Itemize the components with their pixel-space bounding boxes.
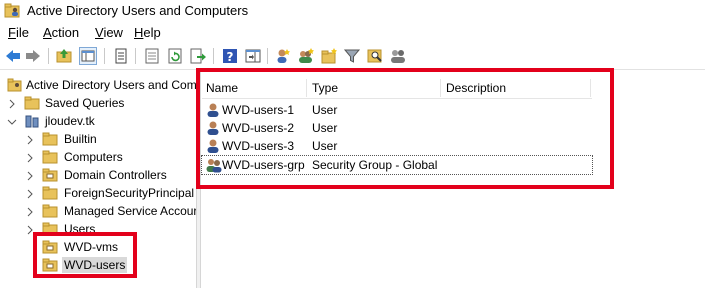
tree-root-label: Active Directory Users and Com xyxy=(26,78,197,92)
menu-file-accel: F xyxy=(8,25,16,40)
folder-icon xyxy=(24,96,40,113)
ad-users-computers-icon xyxy=(4,3,22,22)
folder-icon xyxy=(42,186,58,203)
tree-item-label: Builtin xyxy=(64,132,97,146)
menu-file[interactable]: File xyxy=(8,25,29,40)
menu-file-rest: ile xyxy=(15,25,29,40)
svg-text:?: ? xyxy=(227,50,234,64)
ou-folder-icon xyxy=(42,168,58,185)
highlight-box-list xyxy=(196,68,614,189)
help-icon[interactable]: ? xyxy=(221,47,239,65)
menu-view[interactable]: View xyxy=(95,25,123,40)
menu-action[interactable]: Action xyxy=(43,25,79,40)
tree-item-foreign-security-principals[interactable]: ForeignSecurityPrincipal xyxy=(0,184,196,203)
chevron-right-icon[interactable] xyxy=(25,206,35,217)
toolbar-separator xyxy=(135,48,136,64)
chevron-down-icon[interactable] xyxy=(7,116,17,126)
ad-users-computers-icon xyxy=(7,78,23,95)
tree-item-domain[interactable]: jloudev.tk xyxy=(0,112,196,131)
tree-item-saved-queries[interactable]: Saved Queries xyxy=(0,94,196,113)
toolbar: ? xyxy=(0,42,705,70)
highlight-box-tree xyxy=(33,232,137,278)
copy-icon[interactable] xyxy=(112,47,130,65)
new-ou-icon[interactable] xyxy=(320,47,338,65)
refresh-icon[interactable] xyxy=(166,47,184,65)
tree-item-label: jloudev.tk xyxy=(45,114,95,128)
toolbar-separator xyxy=(48,48,49,64)
menu-action-rest: ction xyxy=(51,25,80,40)
new-group-icon[interactable] xyxy=(297,47,315,65)
tree-item-label: Managed Service Accour xyxy=(64,204,197,218)
tree-item-label: Computers xyxy=(64,150,123,164)
export-list-icon[interactable] xyxy=(189,47,207,65)
chevron-right-icon[interactable] xyxy=(7,98,17,109)
find-icon[interactable] xyxy=(366,47,384,65)
menu-action-accel: A xyxy=(43,25,52,40)
menu-help[interactable]: Help xyxy=(134,25,161,40)
toolbar-separator xyxy=(104,48,105,64)
forward-icon[interactable] xyxy=(24,47,42,65)
filter-icon[interactable] xyxy=(343,47,361,65)
tree-item-computers[interactable]: Computers xyxy=(0,148,196,167)
toolbar-separator xyxy=(267,48,268,64)
add-to-group-icon[interactable] xyxy=(389,47,407,65)
action-pane-icon[interactable] xyxy=(244,47,262,65)
menu-view-rest: iew xyxy=(103,25,123,40)
folder-icon xyxy=(42,132,58,149)
chevron-right-icon[interactable] xyxy=(25,170,35,181)
menu-help-accel: H xyxy=(134,25,144,40)
folder-icon xyxy=(42,204,58,221)
new-user-icon[interactable] xyxy=(274,47,292,65)
show-hide-tree-icon[interactable] xyxy=(79,47,97,65)
tree-item-managed-service-accounts[interactable]: Managed Service Accour xyxy=(0,202,197,221)
folder-icon xyxy=(42,150,58,167)
chevron-right-icon[interactable] xyxy=(25,188,35,199)
menu-help-rest: elp xyxy=(143,25,161,40)
title-bar: Active Directory Users and Computers xyxy=(0,0,705,22)
domain-icon xyxy=(24,114,40,131)
tree-item-label: ForeignSecurityPrincipal xyxy=(64,186,195,200)
chevron-right-icon[interactable] xyxy=(25,134,35,145)
up-folder-icon[interactable] xyxy=(55,47,73,65)
tree-root[interactable]: Active Directory Users and Com xyxy=(0,76,197,95)
chevron-right-icon[interactable] xyxy=(25,152,35,163)
tree-item-label: Saved Queries xyxy=(45,96,125,110)
window-title: Active Directory Users and Computers xyxy=(27,3,249,18)
tree-item-domain-controllers[interactable]: Domain Controllers xyxy=(0,166,196,185)
properties-icon[interactable] xyxy=(143,47,161,65)
tree-item-builtin[interactable]: Builtin xyxy=(0,130,196,149)
toolbar-separator xyxy=(213,48,214,64)
back-icon[interactable] xyxy=(4,47,22,65)
tree-item-label: Domain Controllers xyxy=(64,168,167,182)
menu-bar: File Action View Help xyxy=(0,22,705,42)
